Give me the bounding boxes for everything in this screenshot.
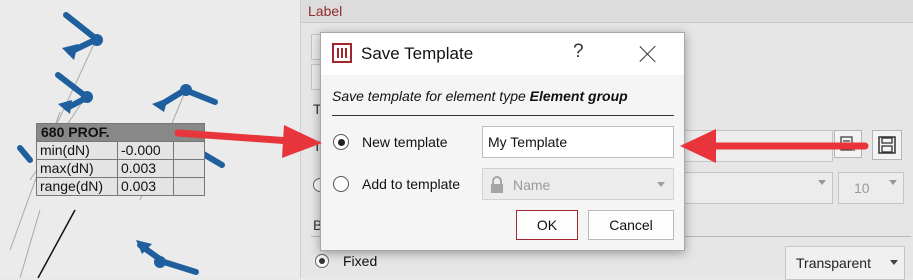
dialog-title: Save Template bbox=[361, 44, 474, 63]
dialog-divider bbox=[332, 115, 674, 116]
fixed-radio[interactable] bbox=[315, 254, 329, 268]
section-label-title: Label bbox=[308, 3, 343, 19]
panel-size-combo[interactable]: 10 bbox=[838, 172, 904, 204]
fixed-label: Fixed bbox=[343, 253, 378, 269]
new-template-label[interactable]: New template bbox=[362, 134, 448, 150]
row-label: max(dN) bbox=[36, 159, 118, 178]
add-to-template-label[interactable]: Add to template bbox=[362, 176, 460, 192]
row-empty bbox=[173, 177, 205, 196]
background-value: Transparent bbox=[796, 255, 871, 271]
save-template-dialog: Save Template ? Save template for elemen… bbox=[320, 32, 685, 251]
panel-font-combo[interactable] bbox=[681, 172, 833, 204]
result-table-title: 680 PROF. bbox=[36, 123, 205, 142]
close-icon[interactable] bbox=[637, 43, 659, 65]
row-value: 0.003 bbox=[117, 177, 174, 196]
row-label: min(dN) bbox=[36, 141, 118, 160]
row-value: 0.003 bbox=[117, 159, 174, 178]
table-row: range(dN) 0.003 bbox=[36, 177, 205, 196]
panel-text-field[interactable] bbox=[681, 130, 833, 162]
row-empty bbox=[173, 141, 205, 160]
row-value: -0.000 bbox=[117, 141, 174, 160]
size-value: 10 bbox=[854, 180, 870, 196]
panel-header: Label bbox=[301, 0, 913, 23]
table-row: min(dN) -0.000 bbox=[36, 141, 205, 160]
row-empty bbox=[173, 159, 205, 178]
template-select-placeholder: Name bbox=[513, 177, 551, 193]
template-list-button[interactable] bbox=[834, 130, 862, 158]
model-canvas[interactable]: 680 PROF. min(dN) -0.000 max(dN) 0.003 r… bbox=[0, 0, 300, 278]
new-template-radio[interactable] bbox=[333, 134, 349, 150]
dialog-subtitle: Save template for element type Element g… bbox=[332, 88, 628, 104]
add-to-template-radio[interactable] bbox=[333, 176, 349, 192]
element-type: Element group bbox=[529, 88, 628, 104]
ok-button[interactable]: OK bbox=[516, 210, 578, 240]
lock-icon bbox=[491, 176, 503, 193]
save-icon bbox=[878, 136, 896, 154]
result-label-table: 680 PROF. min(dN) -0.000 max(dN) 0.003 r… bbox=[36, 123, 205, 196]
template-list-icon bbox=[840, 136, 855, 151]
template-name-input[interactable] bbox=[482, 126, 674, 158]
background-combo[interactable]: Transparent bbox=[785, 246, 905, 280]
cancel-button[interactable]: Cancel bbox=[588, 210, 674, 240]
subtitle-text: Save template for element type bbox=[332, 88, 530, 104]
save-template-button[interactable] bbox=[872, 130, 902, 160]
app-logo-icon bbox=[332, 43, 352, 63]
help-button[interactable]: ? bbox=[573, 41, 584, 63]
dialog-titlebar[interactable]: Save Template ? bbox=[321, 33, 684, 75]
row-label: range(dN) bbox=[36, 177, 118, 196]
table-row: max(dN) 0.003 bbox=[36, 159, 205, 178]
chevron-down-icon bbox=[657, 182, 665, 187]
existing-template-select[interactable]: Name bbox=[482, 168, 674, 200]
